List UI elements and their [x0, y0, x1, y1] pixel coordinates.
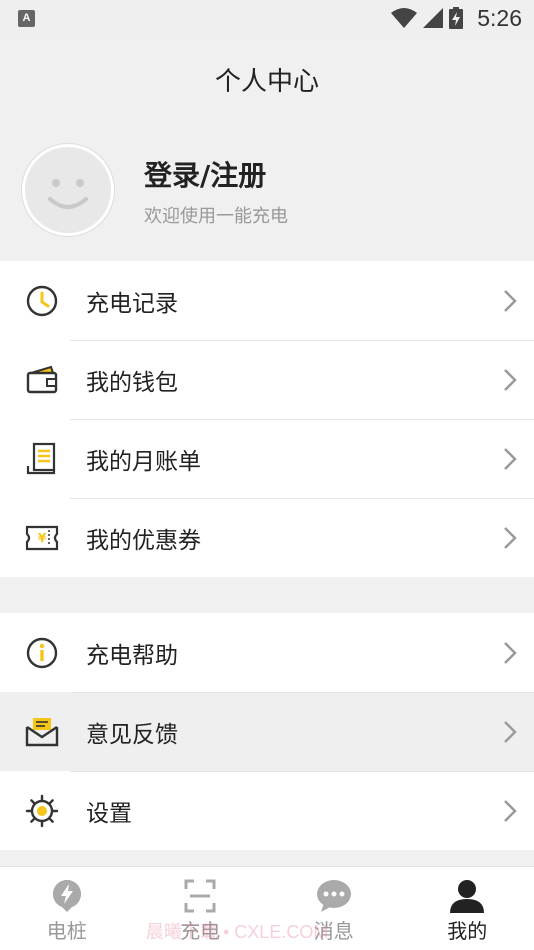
- page-title: 个人中心: [214, 66, 319, 97]
- charging-pile-icon: [52, 880, 81, 912]
- menu-label: 我的月账单: [86, 448, 201, 475]
- wifi-icon: [391, 8, 418, 28]
- menu-label: 充电帮助: [86, 642, 178, 669]
- welcome-text: 欢迎使用一能充电: [144, 206, 288, 227]
- svg-text:¥: ¥: [38, 531, 47, 545]
- message-icon: [316, 880, 351, 912]
- menu-item-monthly-bill[interactable]: 我的月账单: [0, 419, 534, 498]
- feedback-mail-icon: [25, 717, 59, 746]
- clock-icon: [26, 285, 58, 316]
- status-time: 5:26: [477, 4, 522, 31]
- smiley-face-icon: [48, 179, 88, 209]
- avatar[interactable]: [22, 144, 114, 236]
- settings-gear-icon: [25, 794, 59, 827]
- status-bar: A 5:26: [0, 0, 534, 36]
- nav-label: 我的: [447, 919, 488, 943]
- nav-tab-messages[interactable]: 消息: [267, 867, 401, 950]
- menu-item-charge-records[interactable]: 充电记录: [0, 261, 534, 340]
- chevron-right-icon: [504, 526, 517, 549]
- chevron-right-icon: [504, 447, 517, 470]
- chevron-right-icon: [504, 799, 517, 822]
- menu-label: 设置: [86, 800, 132, 827]
- menu-label: 我的钱包: [86, 369, 178, 396]
- nav-tab-charging-piles[interactable]: 电桩: [0, 867, 134, 950]
- menu-item-coupons[interactable]: ¥ 我的优惠券: [0, 498, 534, 577]
- info-icon: [26, 637, 58, 668]
- coupon-icon: ¥: [25, 525, 59, 550]
- chevron-right-icon: [504, 641, 517, 664]
- menu-item-feedback[interactable]: 意见反馈: [0, 692, 534, 771]
- cell-signal-icon: [423, 8, 444, 28]
- menu-item-charging-help[interactable]: 充电帮助: [0, 613, 534, 692]
- nav-label: 消息: [313, 919, 354, 943]
- battery-charging-icon: [449, 7, 464, 29]
- login-register-link[interactable]: 登录/注册: [144, 154, 266, 194]
- menu-label: 意见反馈: [86, 721, 178, 748]
- bottom-nav: 电桩 充电 消息 我的: [0, 866, 534, 950]
- chevron-right-icon: [504, 368, 517, 391]
- menu-group-support: 充电帮助 意见反馈 设置: [0, 613, 534, 850]
- nav-tab-charge[interactable]: 充电: [134, 867, 268, 950]
- wallet-icon: [26, 365, 58, 393]
- app-notification-icon: A: [18, 9, 35, 27]
- menu-item-settings[interactable]: 设置: [0, 771, 534, 850]
- scan-icon: [184, 879, 216, 913]
- chevron-right-icon: [504, 720, 517, 743]
- menu-label: 我的优惠券: [86, 527, 201, 554]
- menu-label: 充电记录: [86, 290, 178, 317]
- nav-label: 充电: [180, 919, 221, 943]
- chevron-right-icon: [504, 289, 517, 312]
- profile-section[interactable]: 登录/注册 欢迎使用一能充电: [0, 122, 534, 260]
- bill-icon: [26, 442, 56, 474]
- menu-group-account: 充电记录 我的钱包 我的月账单 ¥ 我的优惠券: [0, 261, 534, 577]
- menu-item-wallet[interactable]: 我的钱包: [0, 340, 534, 419]
- status-icons: 5:26: [391, 5, 522, 32]
- nav-label: 电桩: [46, 919, 87, 943]
- header: 个人中心: [0, 36, 534, 122]
- nav-tab-mine[interactable]: 我的: [401, 867, 534, 950]
- user-icon: [450, 880, 485, 913]
